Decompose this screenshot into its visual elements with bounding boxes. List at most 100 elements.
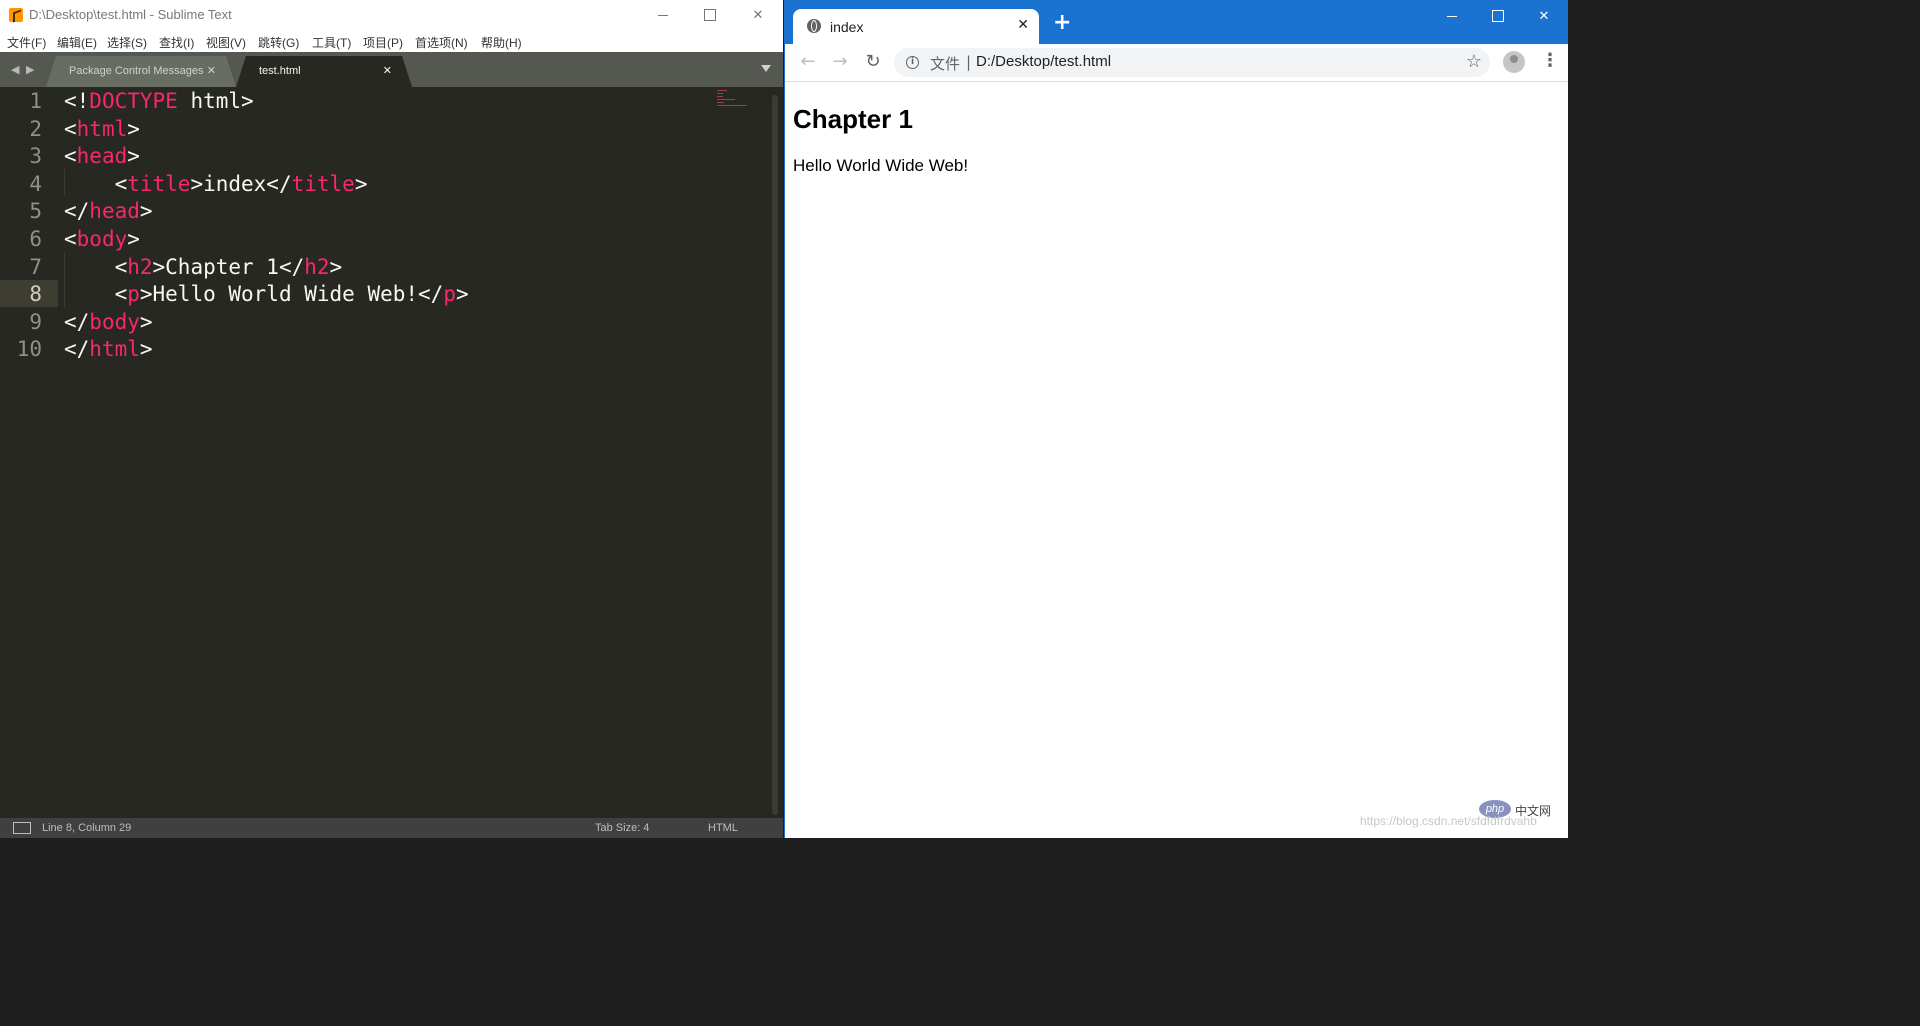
code-tag-name: DOCTYPE: [89, 89, 178, 113]
editor-scrollbar[interactable]: [772, 95, 778, 815]
window-title: D:\Desktop\test.html - Sublime Text: [29, 7, 232, 22]
code-text: >: [329, 254, 343, 279]
sublime-titlebar: D:\Desktop\test.html - Sublime Text: [0, 0, 783, 30]
menu-find[interactable]: 查找(I): [159, 34, 194, 51]
profile-icon[interactable]: [1503, 51, 1525, 73]
browser-tab[interactable]: index ✕: [793, 9, 1039, 44]
code-text: >Chapter 1</: [152, 254, 305, 279]
tab-close-icon[interactable]: ✕: [383, 64, 392, 77]
address-url[interactable]: D:/Desktop/test.html: [976, 53, 1111, 70]
menu-view[interactable]: 视图(V): [206, 34, 246, 51]
address-separator: |: [966, 53, 972, 71]
browser-window: index ✕ + ← → ↻ i 文件 | D:/Desktop/test.h…: [784, 0, 1568, 838]
code-text: >: [139, 309, 153, 334]
code-tag-name: head: [76, 144, 128, 169]
sublime-logo-icon: [9, 8, 23, 22]
menu-help[interactable]: 帮助(H): [481, 34, 522, 51]
tab-label: test.html: [259, 65, 301, 77]
minimize-button[interactable]: [640, 0, 686, 30]
watermark: https://blog.csdn.net/sfdfdfrdvahb: [1360, 814, 1537, 828]
code-text: <: [64, 171, 128, 196]
browser-maximize-button[interactable]: [1475, 0, 1521, 32]
code-tag-name: p: [127, 282, 140, 307]
line-number: 2: [29, 116, 42, 141]
code-tag-name: html: [89, 337, 140, 362]
back-arrow-icon[interactable]: ←: [797, 51, 819, 73]
menu-tools[interactable]: 工具(T): [312, 34, 351, 51]
code-line[interactable]: <h2>Chapter 1</h2>: [64, 254, 343, 281]
code-text: >: [455, 282, 469, 307]
address-scheme-label: 文件: [930, 55, 961, 73]
menu-project[interactable]: 项目(P): [363, 34, 403, 51]
code-line[interactable]: </html>: [64, 336, 153, 363]
syntax-mode[interactable]: HTML: [708, 822, 738, 834]
code-tag-name: head: [89, 199, 140, 224]
reload-icon[interactable]: ↻: [862, 51, 884, 73]
line-number: 3: [29, 144, 42, 169]
code-line[interactable]: <!DOCTYPE html>: [64, 88, 254, 115]
code-text: <: [64, 227, 77, 251]
tab-prev-icon[interactable]: ◀: [11, 63, 19, 76]
line-number: 6: [29, 227, 42, 251]
line-number: 10: [16, 337, 42, 362]
browser-titlebar: index ✕ +: [785, 0, 1568, 44]
code-tag-name: h2: [304, 254, 330, 279]
menubar: 文件(F) 编辑(E) 选择(S) 查找(I) 视图(V) 跳转(G) 工具(T…: [0, 30, 783, 52]
code-text: >: [127, 227, 140, 251]
globe-icon: [807, 19, 821, 33]
menu-goto[interactable]: 跳转(G): [258, 34, 299, 51]
code-text: html>: [177, 89, 254, 113]
code-tag-name: p: [443, 282, 456, 307]
code-text: </: [64, 199, 90, 224]
tab-package-control-messages[interactable]: Package Control Messages ✕: [46, 56, 236, 87]
menu-dots-icon[interactable]: ⋮: [1541, 50, 1559, 72]
code-line[interactable]: <title>index</title>: [64, 171, 368, 198]
code-tag-name: html: [76, 116, 128, 141]
panel-toggle-icon[interactable]: [13, 822, 31, 834]
close-button[interactable]: [735, 0, 781, 30]
browser-toolbar: ← → ↻ i 文件 | D:/Desktop/test.html ☆ ⋮: [785, 44, 1568, 82]
minimap[interactable]: [717, 90, 753, 108]
line-number: 1: [29, 89, 42, 113]
browser-minimize-button[interactable]: [1429, 0, 1475, 32]
maximize-button[interactable]: [687, 0, 733, 30]
info-icon[interactable]: i: [906, 56, 919, 69]
tab-test-html[interactable]: test.html ✕: [236, 56, 412, 87]
browser-close-button[interactable]: [1521, 0, 1567, 32]
code-line[interactable]: </body>: [64, 309, 153, 336]
menu-selection[interactable]: 选择(S): [107, 34, 147, 51]
code-line[interactable]: <head>: [64, 143, 140, 170]
tab-next-icon[interactable]: ▶: [26, 63, 34, 76]
code-text: >Hello World Wide Web!</: [139, 282, 444, 307]
code-line[interactable]: <p>Hello World Wide Web!</p>: [64, 281, 469, 308]
tab-size[interactable]: Tab Size: 4: [595, 822, 649, 834]
code-line[interactable]: <html>: [64, 116, 140, 143]
code-text: <: [64, 144, 77, 169]
menu-file[interactable]: 文件(F): [7, 34, 46, 51]
menu-edit[interactable]: 编辑(E): [57, 34, 97, 51]
plus-icon[interactable]: +: [1053, 12, 1071, 34]
line-number: 8: [29, 282, 42, 307]
code-text: <: [64, 254, 128, 279]
code-text: >: [139, 199, 153, 224]
code-line[interactable]: <body>: [64, 226, 140, 253]
forward-arrow-icon[interactable]: →: [829, 51, 851, 73]
code-tag-name: h2: [127, 254, 153, 279]
menu-preferences[interactable]: 首选项(N): [415, 34, 468, 51]
line-number: 7: [29, 254, 42, 279]
page-heading: Chapter 1: [793, 104, 913, 134]
code-text: <: [64, 282, 128, 307]
close-icon[interactable]: ✕: [1017, 17, 1029, 33]
cursor-position: Line 8, Column 29: [42, 822, 132, 834]
tab-dropdown-icon[interactable]: [761, 65, 771, 72]
tab-label: Package Control Messages: [69, 65, 204, 77]
tab-close-icon[interactable]: ✕: [207, 64, 216, 77]
line-number: 5: [29, 199, 42, 224]
code-editor[interactable]: 1 2 3 4 5 6 7 8 9 10 <!DOCTYPE html> <html> <head> …: [0, 87, 783, 818]
star-icon[interactable]: ☆: [1466, 51, 1482, 72]
code-text: >: [354, 171, 368, 196]
code-text: <!: [64, 89, 90, 113]
address-bar[interactable]: i 文件 | D:/Desktop/test.html ☆: [894, 48, 1490, 77]
browser-tab-title: index: [830, 19, 864, 35]
code-line[interactable]: </head>: [64, 198, 153, 225]
